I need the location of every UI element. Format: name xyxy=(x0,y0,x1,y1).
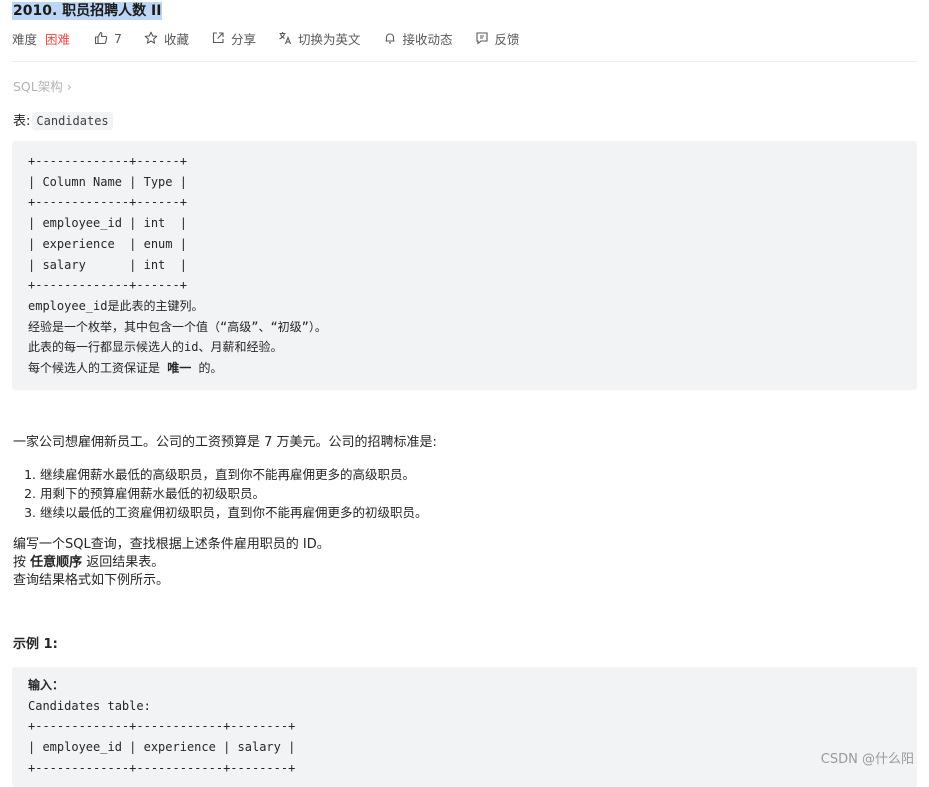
share-button[interactable]: 分享 xyxy=(211,29,256,48)
bell-icon xyxy=(385,33,395,44)
favorite-button[interactable]: 收藏 xyxy=(144,29,189,48)
translate-icon xyxy=(279,32,292,45)
subscribe-label: 接收动态 xyxy=(402,31,453,47)
subscribe-button[interactable]: 接收动态 xyxy=(383,29,453,48)
hiring-rules-list: 继续雇佣薪水最低的高级职员，直到你不能再雇佣更多的高级职员。 用剩下的预算雇佣薪… xyxy=(13,465,428,522)
switch-language-label: 切换为英文 xyxy=(298,31,361,47)
task-statement: 编写一个SQL查询，查找根据上述条件雇用职员的 ID。 xyxy=(13,537,330,552)
feedback-button[interactable]: 反馈 xyxy=(475,29,520,48)
like-button[interactable]: 7 xyxy=(94,31,122,46)
table-name: Candidates xyxy=(32,112,113,130)
schema-note-1: employee_id是此表的主键列。 xyxy=(28,298,204,313)
list-item: 继续雇佣薪水最低的高级职员，直到你不能再雇佣更多的高级职员。 xyxy=(40,465,428,484)
schema-note-3: 此表的每一行都显示候选人的id、月薪和经验。 xyxy=(28,340,283,355)
feedback-icon xyxy=(475,32,488,45)
watermark: CSDN @什么阳 xyxy=(820,752,914,767)
difficulty-badge: 困难 xyxy=(45,31,71,47)
share-label: 分享 xyxy=(231,31,257,47)
example-code-block: 输入： Candidates table: +-------------+---… xyxy=(12,667,917,787)
order-statement: 按 任意顺序 返回结果表。 xyxy=(13,555,165,570)
switch-language-button[interactable]: 切换为英文 xyxy=(278,29,361,48)
schema-note-2: 经验是一个枚举，其中包含一个值（“高级”、“初级”）。 xyxy=(28,319,327,334)
favorite-label: 收藏 xyxy=(163,31,189,47)
difficulty-label: 难度 xyxy=(12,31,38,47)
unique-emphasis: 唯一 xyxy=(167,361,192,376)
table-intro-label: 表: xyxy=(13,114,31,129)
schema-code-block: +-------------+------+ | Column Name | T… xyxy=(12,141,917,390)
format-statement: 查询结果格式如下例所示。 xyxy=(13,573,170,588)
header-divider xyxy=(12,61,917,62)
description-intro: 一家公司想雇佣新员工。公司的工资预算是 7 万美元。公司的招聘标准是: xyxy=(13,435,437,450)
problem-title: 2010. 职员招聘人数 II xyxy=(12,2,163,20)
thumbs-up-icon xyxy=(94,31,108,45)
input-label: 输入： xyxy=(28,678,65,692)
any-order-emphasis: 任意顺序 xyxy=(30,555,83,570)
like-count: 7 xyxy=(114,30,122,46)
share-icon xyxy=(212,32,224,44)
example-code: Candidates table: +-------------+-------… xyxy=(28,698,296,775)
feedback-label: 反馈 xyxy=(494,31,520,47)
schema-table: +-------------+------+ | Column Name | T… xyxy=(28,154,187,293)
schema-note-4: 每个候选人的工资保证是 唯一 的。 xyxy=(28,361,223,376)
list-item: 用剩下的预算雇佣薪水最低的初级职员。 xyxy=(40,484,428,503)
example-heading: 示例 1: xyxy=(13,637,58,652)
star-icon xyxy=(144,31,158,44)
breadcrumb[interactable]: SQL架构 › xyxy=(13,76,72,95)
table-intro: 表: Candidates xyxy=(13,110,113,130)
list-item: 继续以最低的工资雇佣初级职员，直到你不能再雇佣更多的初级职员。 xyxy=(40,503,428,522)
problem-meta-bar: 难度 困难 7 收藏 分享 切换为英文 接收动态 反馈 xyxy=(12,29,542,47)
